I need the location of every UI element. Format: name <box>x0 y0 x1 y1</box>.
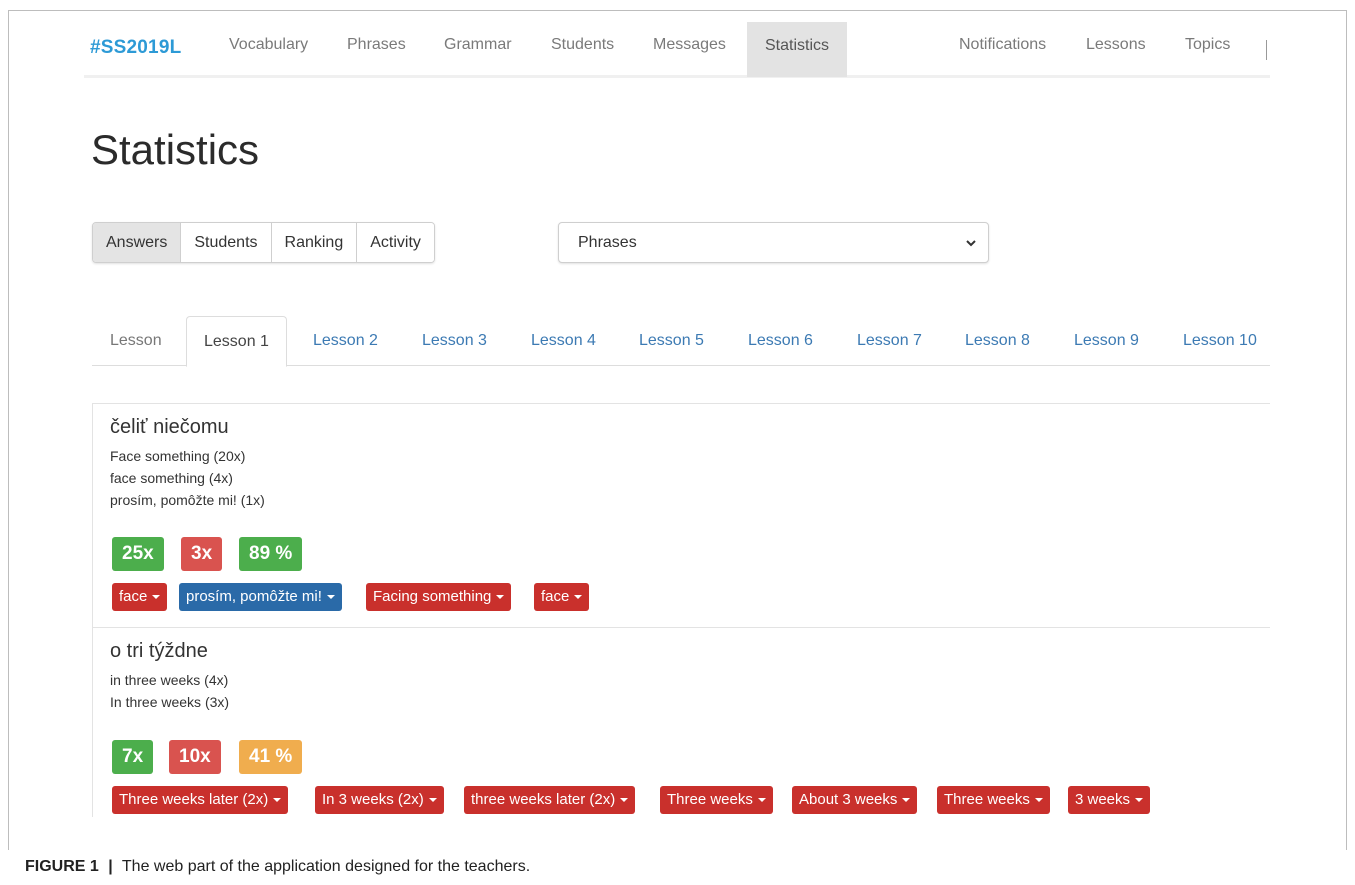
nav-topics[interactable]: Topics <box>1185 36 1230 54</box>
nav-statistics[interactable]: Statistics <box>747 22 848 77</box>
caret-down-icon <box>574 595 583 600</box>
caption-text: The web part of the application designed… <box>121 858 531 875</box>
chevron-down-icon <box>966 240 976 247</box>
tab-lesson-2[interactable]: Lesson 2 <box>313 316 378 366</box>
correct-count-badge: 25x <box>112 537 164 571</box>
top-navbar: #SS2019L Vocabulary Phrases Grammar Stud… <box>84 22 1270 78</box>
tab-lesson-3[interactable]: Lesson 3 <box>422 316 487 366</box>
wrong-answer-label: three weeks later (2x) <box>471 791 616 808</box>
wrong-answer-label: face <box>541 588 570 605</box>
correct-count-badge: 7x <box>112 740 154 774</box>
tab-lesson-6[interactable]: Lesson 6 <box>748 316 813 366</box>
view-button-group: Answers Students Ranking Activity <box>92 222 435 263</box>
tab-lesson-5[interactable]: Lesson 5 <box>639 316 704 366</box>
wrong-answer-label: Facing something <box>373 588 492 605</box>
wrong-answer-label: About 3 weeks <box>799 791 898 808</box>
phrase-term: čeliť niečomu <box>110 416 229 438</box>
nav-notifications[interactable]: Notifications <box>959 36 1046 54</box>
nav-divider <box>1266 40 1267 60</box>
caret-down-icon <box>620 798 629 803</box>
wrong-answer-label: In 3 weeks (2x) <box>322 791 424 808</box>
wrong-answer-dropdown[interactable]: About 3 weeks <box>792 786 918 814</box>
phrase-term: o tri týždne <box>110 640 208 662</box>
caret-down-icon <box>428 798 437 803</box>
caret-down-icon <box>1135 798 1144 803</box>
success-rate-badge: 41 % <box>239 740 303 774</box>
wrong-answer-label: Three weeks <box>944 791 1030 808</box>
wrong-count-badge: 3x <box>181 537 223 571</box>
wrong-answer-label: prosím, pomôžte mi! <box>186 588 322 605</box>
figure-label: FIGURE 1 <box>25 858 99 875</box>
activity-button[interactable]: Activity <box>357 223 434 262</box>
ranking-button[interactable]: Ranking <box>271 223 358 262</box>
caret-down-icon <box>496 595 505 600</box>
tab-lesson-7[interactable]: Lesson 7 <box>857 316 922 366</box>
answer-line: face something (4x) <box>110 470 233 486</box>
wrong-answer-dropdown[interactable]: In 3 weeks (2x) <box>315 786 444 814</box>
figure-caption: FIGURE 1 | The web part of the applicati… <box>25 858 530 876</box>
success-rate-badge: 89 % <box>239 537 303 571</box>
caption-separator: | <box>108 858 113 875</box>
tab-lesson-8[interactable]: Lesson 8 <box>965 316 1030 366</box>
tab-lesson-4[interactable]: Lesson 4 <box>531 316 596 366</box>
wrong-answer-label: 3 weeks <box>1075 791 1131 808</box>
wrong-answer-dropdown[interactable]: prosím, pomôžte mi! <box>179 583 342 611</box>
nav-vocabulary[interactable]: Vocabulary <box>229 36 308 54</box>
lesson-tabs: Lesson Lesson 1 Lesson 2 Lesson 3 Lesson… <box>92 316 1270 367</box>
answer-line: Face something (20x) <box>110 448 246 464</box>
wrong-answer-dropdown[interactable]: Facing something <box>366 583 512 611</box>
wrong-answer-dropdown[interactable]: Three weeks later (2x) <box>112 786 289 814</box>
brand-link[interactable]: #SS2019L <box>90 37 181 59</box>
tab-lesson-10[interactable]: Lesson 10 <box>1183 316 1257 366</box>
caret-down-icon <box>902 798 911 803</box>
wrong-count-badge: 10x <box>169 740 221 774</box>
caret-down-icon <box>326 595 335 600</box>
nav-lessons[interactable]: Lessons <box>1086 36 1146 54</box>
wrong-answer-dropdown[interactable]: Three weeks <box>660 786 773 814</box>
answer-line: prosím, pomôžte mi! (1x) <box>110 492 265 508</box>
tab-lesson[interactable]: Lesson <box>110 316 162 366</box>
nav-phrases[interactable]: Phrases <box>347 36 406 54</box>
wrong-answer-label: Three weeks later (2x) <box>119 791 269 808</box>
wrong-answer-label: face <box>119 588 148 605</box>
wrong-answer-label: Three weeks <box>667 791 753 808</box>
phrase-panel: o tri týždne in three weeks (4x) In thre… <box>92 627 1270 817</box>
answer-line: in three weeks (4x) <box>110 672 229 688</box>
page-title: Statistics <box>91 126 260 173</box>
wrong-answer-dropdown[interactable]: 3 weeks <box>1068 786 1151 814</box>
tab-lesson-9[interactable]: Lesson 9 <box>1074 316 1139 366</box>
nav-students[interactable]: Students <box>551 36 614 54</box>
tab-lesson-1[interactable]: Lesson 1 <box>186 316 287 367</box>
caret-down-icon <box>1034 798 1043 803</box>
category-select[interactable]: Phrases <box>558 222 989 263</box>
nav-grammar[interactable]: Grammar <box>444 36 512 54</box>
answer-line: In three weeks (3x) <box>110 694 230 710</box>
wrong-answer-dropdown[interactable]: Three weeks <box>937 786 1050 814</box>
nav-messages[interactable]: Messages <box>653 36 726 54</box>
caret-down-icon <box>273 798 282 803</box>
wrong-answer-dropdown[interactable]: face <box>534 583 590 611</box>
wrong-answer-dropdown[interactable]: three weeks later (2x) <box>464 786 636 814</box>
wrong-answer-dropdown[interactable]: face <box>112 583 168 611</box>
caret-down-icon <box>152 595 161 600</box>
phrase-panel: čeliť niečomu Face something (20x) face … <box>92 403 1270 627</box>
students-button[interactable]: Students <box>181 223 272 262</box>
answers-button[interactable]: Answers <box>93 223 182 262</box>
category-select-value: Phrases <box>578 234 637 251</box>
caret-down-icon <box>757 798 766 803</box>
